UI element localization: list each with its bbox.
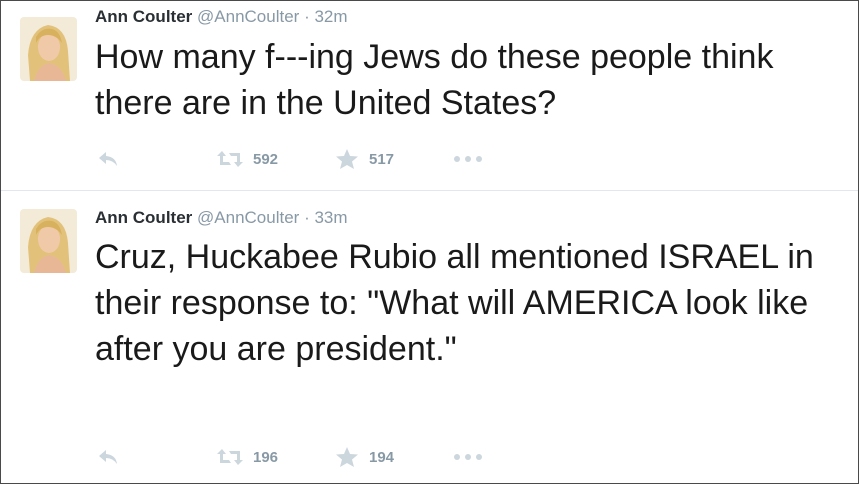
tweet[interactable]: Ann Coulter @AnnCoulter · 33m Cruz, Huck… bbox=[1, 192, 858, 483]
favorite-count: 194 bbox=[369, 448, 395, 466]
separator: · bbox=[304, 7, 310, 26]
favorite-button[interactable]: 194 bbox=[335, 445, 394, 469]
more-button[interactable] bbox=[453, 147, 483, 171]
tweet-text: How many f---ing Jews do these people th… bbox=[95, 38, 774, 122]
reply-icon bbox=[99, 450, 117, 464]
timestamp[interactable]: 33m bbox=[314, 208, 347, 227]
star-icon bbox=[336, 149, 358, 169]
tweet-timeline: Ann Coulter @AnnCoulter · 32m How many f… bbox=[0, 0, 859, 484]
tweet-header: Ann Coulter @AnnCoulter · 33m bbox=[95, 208, 348, 228]
avatar[interactable] bbox=[20, 209, 77, 273]
tweet-text: Cruz, Huckabee Rubio all mentioned ISRAE… bbox=[95, 238, 814, 368]
tweet-actions: 196 194 bbox=[1, 445, 601, 469]
author-name[interactable]: Ann Coulter bbox=[95, 208, 192, 227]
tweet[interactable]: Ann Coulter @AnnCoulter · 32m How many f… bbox=[1, 1, 858, 190]
timestamp[interactable]: 32m bbox=[314, 7, 347, 26]
retweet-button[interactable]: 592 bbox=[217, 147, 278, 171]
retweet-button[interactable]: 196 bbox=[217, 445, 278, 469]
more-dots-icon bbox=[454, 454, 482, 460]
reply-button[interactable] bbox=[97, 445, 119, 469]
author-name[interactable]: Ann Coulter bbox=[95, 7, 192, 26]
author-handle[interactable]: @AnnCoulter bbox=[197, 208, 299, 227]
more-button[interactable] bbox=[453, 445, 483, 469]
tweet-header: Ann Coulter @AnnCoulter · 32m bbox=[95, 7, 348, 27]
reply-button[interactable] bbox=[97, 147, 119, 171]
favorite-count: 517 bbox=[369, 150, 395, 168]
avatar-image bbox=[20, 17, 77, 81]
avatar[interactable] bbox=[20, 17, 77, 81]
more-dots-icon bbox=[454, 156, 482, 162]
separator: · bbox=[304, 208, 310, 227]
star-icon bbox=[336, 447, 358, 467]
author-handle[interactable]: @AnnCoulter bbox=[197, 7, 299, 26]
retweet-icon bbox=[217, 151, 243, 167]
favorite-button[interactable]: 517 bbox=[335, 147, 394, 171]
tweet-actions: 592 517 bbox=[1, 147, 601, 171]
retweet-count: 592 bbox=[253, 150, 279, 168]
tweet-divider bbox=[1, 190, 858, 191]
reply-icon bbox=[99, 152, 117, 166]
retweet-count: 196 bbox=[253, 448, 279, 466]
avatar-image bbox=[20, 209, 77, 273]
retweet-icon bbox=[217, 449, 243, 465]
